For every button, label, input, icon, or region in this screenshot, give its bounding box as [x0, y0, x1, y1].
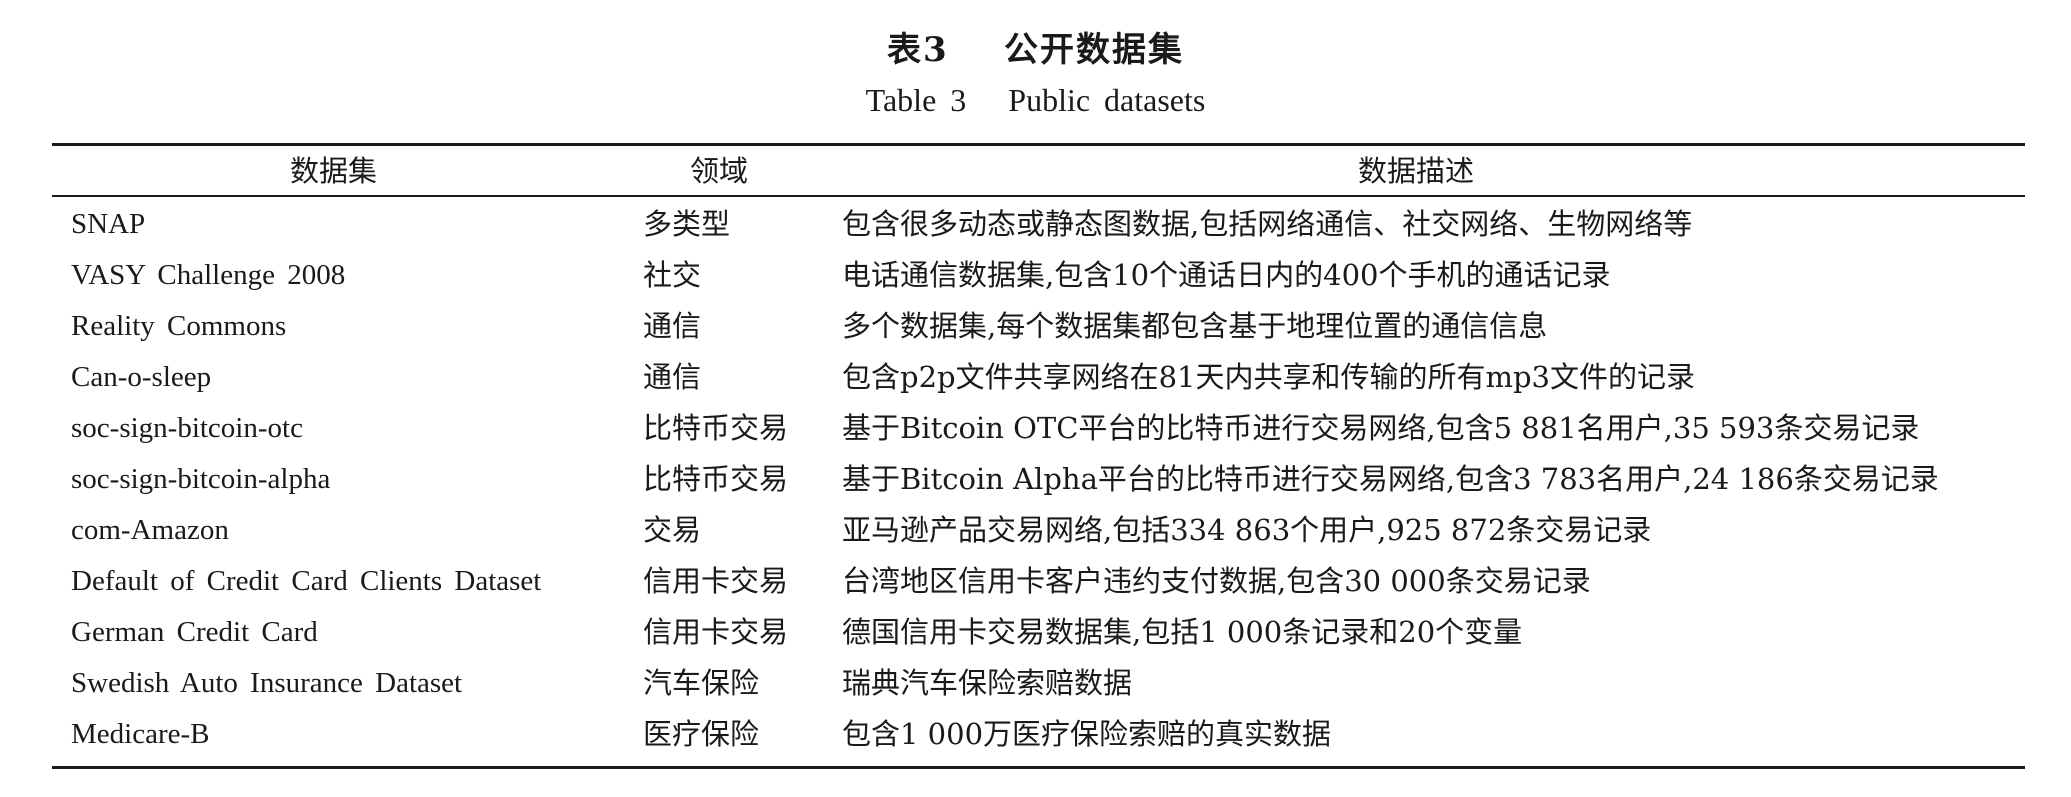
cell-description: 基于Bitcoin OTC平台的比特币进行交易网络,包含5 881名用户,35 …: [842, 410, 1920, 445]
table-row: Can-o-sleep 通信 包含p2p文件共享网络在81天内共享和传输的所有m…: [52, 352, 2025, 403]
cell-dataset: Reality Commons: [71, 309, 287, 342]
cell-domain: 信用卡交易: [643, 615, 789, 650]
table-row: German Credit Card 信用卡交易 德国信用卡交易数据集,包括1 …: [52, 607, 2025, 658]
cell-dataset: German Credit Card: [71, 616, 318, 649]
cell-domain: 交易: [643, 513, 702, 548]
table-row: com-Amazon 交易 亚马逊产品交易网络,包括334 863个用户,925…: [52, 505, 2025, 556]
cell-dataset: SNAP: [71, 207, 146, 240]
cell-dataset: soc-sign-bitcoin-alpha: [71, 462, 331, 495]
cell-domain: 比特币交易: [643, 410, 789, 445]
cell-dataset: VASY Challenge 2008: [71, 258, 346, 291]
table-header-row: 数据集 领域 数据描述: [52, 146, 2025, 195]
header-domain: 领域: [690, 154, 749, 188]
cell-domain: 通信: [643, 308, 702, 343]
header-dataset: 数据集: [290, 154, 378, 188]
table-bottom-rule: [52, 765, 2025, 769]
table-row: SNAP 多类型 包含很多动态或静态图数据,包括网络通信、社交网络、生物网络等: [52, 199, 2025, 250]
table-row: Swedish Auto Insurance Dataset 汽车保险 瑞典汽车…: [52, 658, 2025, 709]
cell-domain: 社交: [643, 257, 702, 292]
cell-description: 包含1 000万医疗保险索赔的真实数据: [842, 717, 1332, 752]
cell-dataset: Default of Credit Card Clients Dataset: [71, 565, 542, 598]
cell-domain: 医疗保险: [643, 717, 760, 752]
table-row: Default of Credit Card Clients Dataset 信…: [52, 556, 2025, 607]
cell-description: 包含很多动态或静态图数据,包括网络通信、社交网络、生物网络等: [842, 206, 1693, 241]
table-row: VASY Challenge 2008 社交 电话通信数据集,包含10个通话日内…: [52, 250, 2025, 301]
table-row: soc-sign-bitcoin-alpha 比特币交易 基于Bitcoin A…: [52, 454, 2025, 505]
table-caption-english: Table 3 Public datasets: [865, 82, 1206, 118]
cell-domain: 比特币交易: [643, 461, 789, 496]
table-row: Medicare-B 医疗保险 包含1 000万医疗保险索赔的真实数据: [52, 709, 2025, 760]
cell-dataset: soc-sign-bitcoin-otc: [71, 411, 303, 444]
cell-domain: 汽车保险: [643, 666, 760, 701]
cell-domain: 信用卡交易: [643, 564, 789, 599]
cell-dataset: com-Amazon: [71, 514, 229, 547]
datasets-table: 数据集 领域 数据描述 SNAP 多类型 包含很多动态或静态图数据,包括网络通信…: [52, 143, 2025, 769]
cell-dataset: Can-o-sleep: [71, 360, 212, 393]
cell-description: 电话通信数据集,包含10个通话日内的400个手机的通话记录: [842, 257, 1611, 292]
cell-description: 台湾地区信用卡客户违约支付数据,包含30 000条交易记录: [842, 564, 1591, 599]
cell-description: 多个数据集,每个数据集都包含基于地理位置的通信信息: [842, 308, 1548, 343]
header-description: 数据描述: [1358, 154, 1475, 188]
table-body: SNAP 多类型 包含很多动态或静态图数据,包括网络通信、社交网络、生物网络等 …: [52, 197, 2025, 766]
table-row: soc-sign-bitcoin-otc 比特币交易 基于Bitcoin OTC…: [52, 403, 2025, 454]
cell-dataset: Medicare-B: [71, 718, 210, 751]
cell-domain: 多类型: [643, 206, 731, 241]
table-row: Reality Commons 通信 多个数据集,每个数据集都包含基于地理位置的…: [52, 301, 2025, 352]
table-caption-chinese: 表3 公开数据集: [886, 30, 1184, 70]
cell-dataset: Swedish Auto Insurance Dataset: [71, 667, 463, 700]
cell-description: 德国信用卡交易数据集,包括1 000条记录和20个变量: [842, 615, 1523, 650]
cell-domain: 通信: [643, 359, 702, 394]
cell-description: 基于Bitcoin Alpha平台的比特币进行交易网络,包含3 783名用户,2…: [842, 461, 1939, 496]
cell-description: 瑞典汽车保险索赔数据: [842, 666, 1133, 701]
cell-description: 亚马逊产品交易网络,包括334 863个用户,925 872条交易记录: [842, 513, 1652, 548]
cell-description: 包含p2p文件共享网络在81天内共享和传输的所有mp3文件的记录: [842, 359, 1695, 394]
